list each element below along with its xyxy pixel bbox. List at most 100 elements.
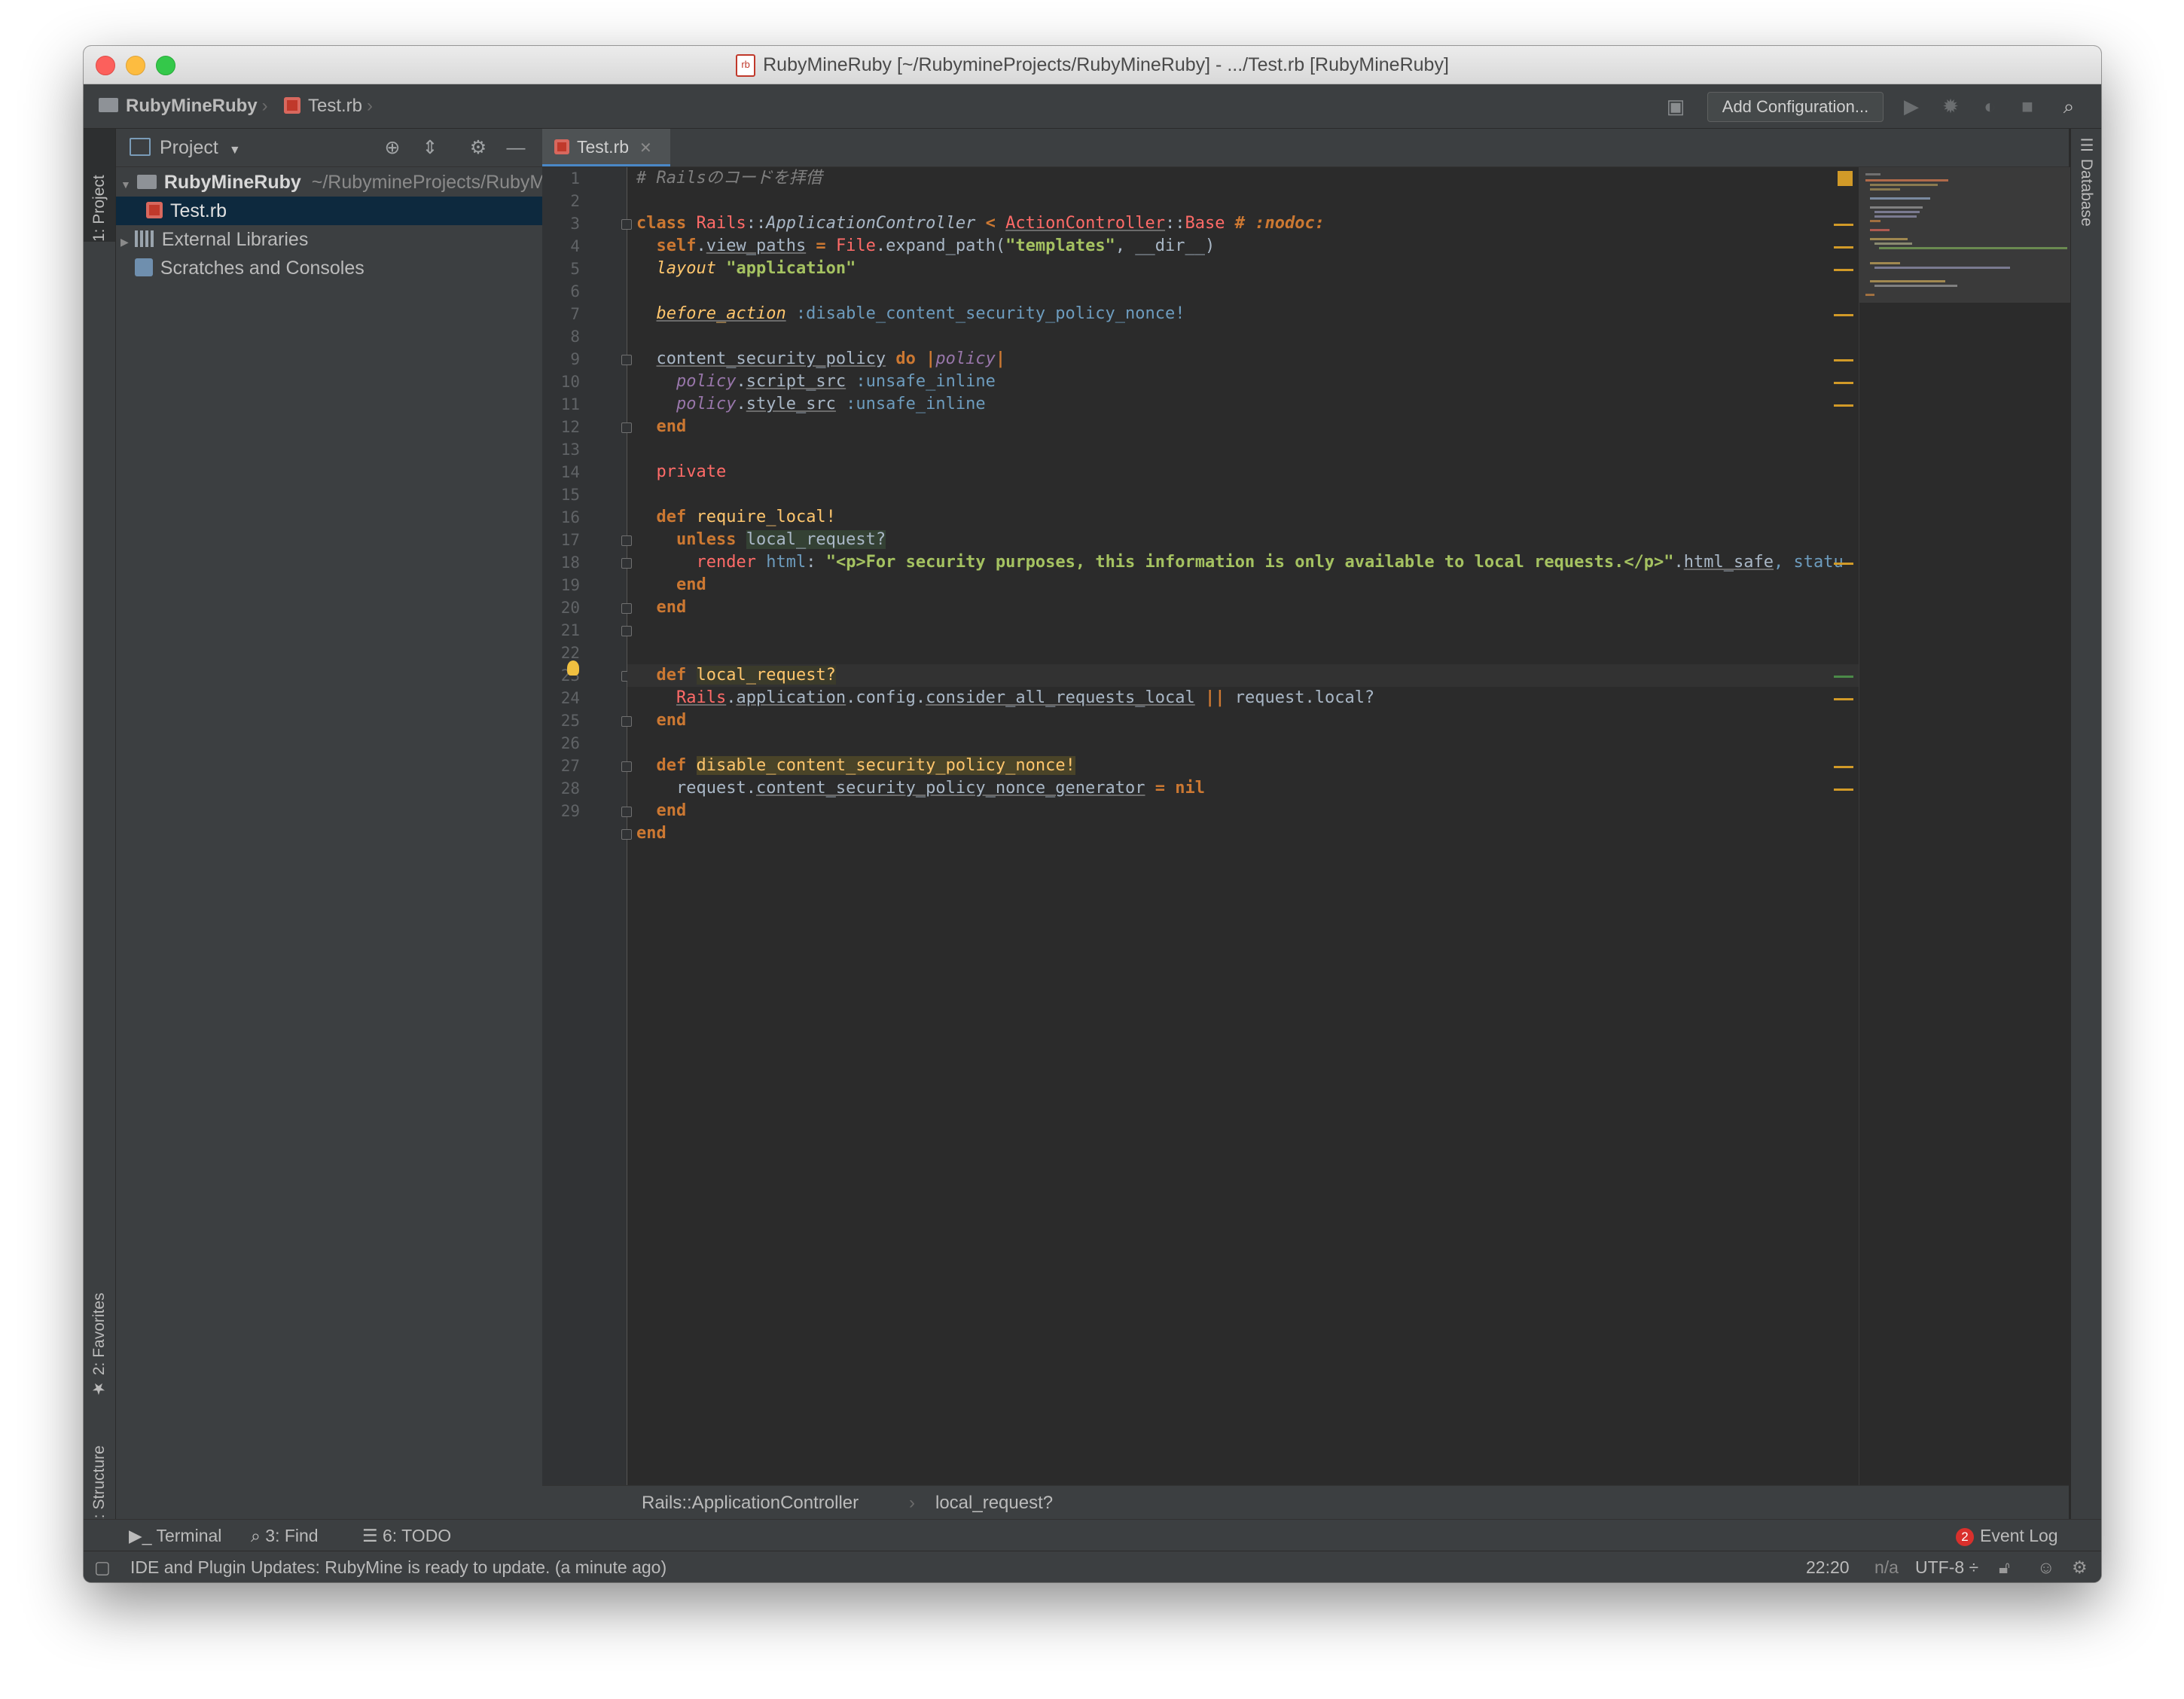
tree-item-label: Test.rb	[170, 200, 227, 221]
event-log-button[interactable]: 2 Event Log	[1956, 1520, 2058, 1551]
database-icon: ☰	[2078, 136, 2095, 159]
tab-project[interactable]: 1: Project	[84, 129, 115, 242]
code-line: Rails.application.config.consider_all_re…	[636, 687, 1374, 709]
ruby-file-icon	[554, 139, 569, 154]
code-token: unless	[676, 530, 737, 549]
line-number: 27	[560, 757, 580, 775]
fold-icon[interactable]	[621, 716, 632, 727]
nav-crumb-file[interactable]: Test.rb ›	[284, 84, 377, 128]
tree-root-path: ~/RubymineProjects/RubyMineRuby	[311, 172, 572, 193]
stripe-marker[interactable]	[1834, 382, 1853, 384]
stripe-marker[interactable]	[1834, 676, 1853, 678]
code-line: before_action :disable_content_security_…	[636, 303, 1185, 325]
terminal-icon: ▶_	[129, 1526, 157, 1545]
code-token: before_action	[656, 304, 786, 323]
inspector-icon[interactable]: ☺	[2037, 1551, 2054, 1582]
code-token: <	[975, 214, 1006, 233]
tree-item-external-libraries[interactable]: ▶ External Libraries	[116, 225, 572, 254]
stripe-marker[interactable]	[1834, 563, 1853, 565]
line-number: 29	[560, 802, 580, 820]
add-configuration-button[interactable]: Add Configuration...	[1707, 92, 1884, 122]
fold-icon[interactable]	[621, 626, 632, 636]
find-tool-button[interactable]: ⌕ 3: Find	[251, 1520, 319, 1551]
code-line: policy.style_src :unsafe_inline	[636, 393, 986, 416]
nav-file-label: Test.rb	[308, 96, 363, 116]
run-anything-icon[interactable]: ▣	[1665, 96, 1686, 117]
stripe-marker[interactable]	[1834, 766, 1853, 768]
coverage-icon[interactable]: ◐	[1979, 96, 2000, 117]
collapse-all-icon[interactable]: ⇕	[419, 136, 441, 159]
hide-icon[interactable]: —	[505, 136, 527, 159]
close-icon[interactable]: ✕	[639, 140, 652, 157]
lock-icon[interactable]: 🔓︎	[1999, 1551, 2010, 1582]
stripe-marker[interactable]	[1834, 224, 1853, 226]
project-view-selector[interactable]: Project ▼	[130, 129, 241, 169]
stripe-marker[interactable]	[1834, 359, 1853, 361]
code-token: policy	[676, 395, 737, 413]
toggle-tool-windows-icon[interactable]: ▢	[94, 1551, 111, 1582]
stripe-marker[interactable]	[1834, 788, 1853, 791]
tree-root[interactable]: ▼ RubyMineRuby ~/RubymineProjects/RubyMin…	[116, 168, 572, 197]
code-token: ::	[1165, 214, 1185, 233]
file-encoding[interactable]: UTF-8 ÷	[1915, 1551, 1978, 1582]
code-minimap[interactable]	[1859, 167, 2070, 1485]
tab-favorites[interactable]: ★ 2: Favorites	[84, 1270, 115, 1398]
code-token: # :nodoc:	[1225, 214, 1325, 233]
fold-icon[interactable]	[621, 603, 632, 614]
code-token: Base	[1185, 214, 1225, 233]
code-token: request.local?	[1234, 688, 1375, 707]
fold-icon[interactable]	[621, 558, 632, 569]
chevron-right-icon: ▶	[120, 264, 129, 276]
code-editor[interactable]: 1 2 3 4 5 6 7 8 9 10 11 12 13 14 15 16 1…	[542, 167, 1859, 1485]
debug-icon[interactable]: ✹	[1940, 96, 1961, 117]
locate-icon[interactable]: ⊕	[381, 136, 404, 159]
code-token: , __dir__)	[1115, 236, 1216, 255]
fold-icon[interactable]	[621, 535, 632, 546]
todo-tool-button[interactable]: ☰ 6: TODO	[362, 1520, 451, 1551]
warning-indicator-icon[interactable]	[1838, 171, 1853, 186]
stripe-marker[interactable]	[1834, 246, 1853, 249]
stripe-marker[interactable]	[1834, 698, 1853, 700]
terminal-tool-button[interactable]: ▶_ Terminal	[129, 1520, 221, 1551]
stop-icon[interactable]: ■	[2017, 96, 2038, 117]
settings-icon[interactable]: ⚙	[2072, 1551, 2088, 1582]
run-icon[interactable]: ▶	[1901, 96, 1922, 117]
minimap-viewport[interactable]	[1859, 167, 2070, 303]
ide-window: rb RubyMineRuby [~/RubymineProjects/RubyM…	[84, 46, 2101, 1582]
tree-item-scratches[interactable]: ▶ Scratches and Consoles	[116, 254, 572, 282]
fold-icon[interactable]	[621, 829, 632, 840]
stripe-marker[interactable]	[1834, 269, 1853, 271]
line-number: 18	[560, 554, 580, 572]
line-number: 3	[570, 215, 580, 233]
minimap-line	[1865, 173, 1880, 175]
fold-icon[interactable]	[621, 761, 632, 772]
status-message[interactable]: IDE and Plugin Updates: RubyMine is read…	[130, 1551, 666, 1582]
fold-icon[interactable]	[621, 355, 632, 365]
chevron-right-icon: ›	[367, 96, 374, 116]
line-separator[interactable]: n/a	[1874, 1551, 1899, 1582]
tree-item-test-rb[interactable]: Test.rb	[116, 197, 572, 225]
line-number: 17	[560, 531, 580, 549]
star-icon: ★	[90, 1375, 108, 1398]
nav-crumb-project[interactable]: RubyMineRuby ›	[99, 84, 273, 128]
breadcrumb-method[interactable]: local_request?	[935, 1486, 1053, 1520]
code-token: html	[755, 553, 807, 572]
code-line: end	[636, 709, 687, 732]
line-number: 14	[560, 463, 580, 481]
fold-icon[interactable]	[621, 219, 632, 230]
search-icon[interactable]: ⌕	[2058, 96, 2079, 117]
fold-icon[interactable]	[621, 807, 632, 817]
line-number: 16	[560, 508, 580, 526]
stripe-marker[interactable]	[1834, 314, 1853, 316]
breadcrumb-class[interactable]: Rails::ApplicationController	[642, 1486, 859, 1520]
editor-tab-test-rb[interactable]: Test.rb ✕	[542, 129, 670, 166]
tab-database[interactable]: ☰ Database	[2071, 136, 2101, 227]
gear-icon[interactable]: ⚙	[467, 136, 490, 159]
project-panel-header: Project ▼ ⊕ ⇕ ⚙ —	[116, 129, 572, 167]
stripe-marker[interactable]	[1834, 404, 1853, 407]
lightbulb-icon[interactable]	[567, 660, 579, 676]
fold-icon[interactable]	[621, 422, 632, 433]
code-area[interactable]: # Railsのコードを拝借 class Rails::ApplicationC…	[627, 167, 1859, 1485]
code-token: consider_all_requests_local	[926, 688, 1195, 707]
caret-position[interactable]: 22:20	[1806, 1551, 1850, 1582]
